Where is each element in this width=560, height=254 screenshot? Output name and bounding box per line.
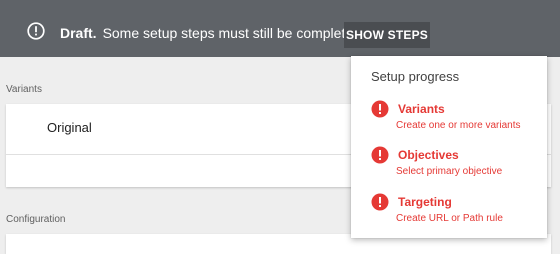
error-icon — [371, 100, 389, 118]
error-icon — [371, 146, 389, 164]
step-description: Create URL or Path rule — [396, 213, 503, 224]
configuration-section-label: Configuration — [6, 214, 66, 225]
variants-section-label: Variants — [6, 84, 42, 95]
show-steps-button[interactable]: SHOW STEPS — [344, 22, 430, 48]
step-title: Objectives — [398, 148, 459, 162]
draft-label: Draft. — [60, 25, 97, 41]
step-title: Variants — [398, 102, 445, 116]
banner-message: Draft. Some setup steps must still be com… — [60, 25, 365, 41]
setup-step-targeting[interactable]: Targeting Create URL or Path rule — [371, 193, 541, 229]
setup-step-objectives[interactable]: Objectives Select primary objective — [371, 146, 541, 182]
draft-status-banner: Draft. Some setup steps must still be com… — [0, 0, 560, 57]
step-description: Select primary objective — [396, 166, 503, 177]
setup-step-variants[interactable]: Variants Create one or more variants — [371, 100, 541, 136]
banner-message-text: Some setup steps must still be completed… — [102, 25, 365, 41]
step-description: Create one or more variants — [396, 120, 521, 131]
step-title: Targeting — [398, 195, 452, 209]
error-icon — [371, 193, 389, 211]
setup-progress-popup: Setup progress Variants Create one or mo… — [351, 56, 547, 238]
info-circle-icon — [27, 22, 45, 40]
popup-title: Setup progress — [371, 69, 460, 84]
variant-name: Original — [47, 120, 92, 135]
